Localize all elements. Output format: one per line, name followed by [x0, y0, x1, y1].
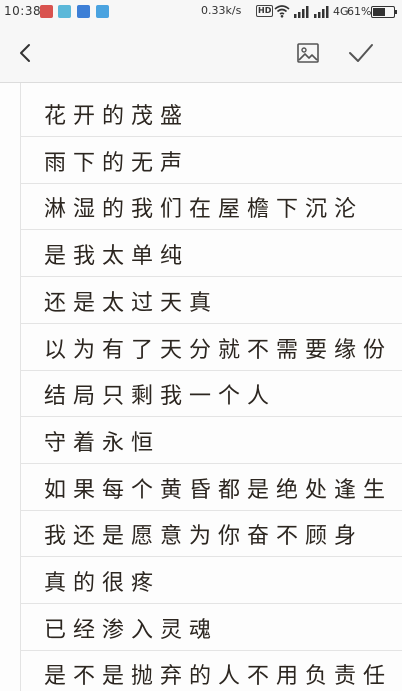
note-line[interactable]: 是不是抛弃的人不用负责任: [20, 650, 402, 691]
wifi-icon: [274, 5, 290, 18]
note-line[interactable]: 还是太过天真: [20, 277, 402, 324]
hd-icon: HD: [256, 5, 274, 17]
note-line-text: 真的很疼: [44, 571, 161, 596]
note-line-text: 我还是愿意为你奋不顾身: [44, 524, 364, 550]
note-line[interactable]: 如果每个黄昏都是绝处逢生: [20, 464, 402, 511]
back-chevron-icon[interactable]: [14, 41, 38, 65]
note-line-text: 结局只剩我一个人: [44, 384, 277, 410]
note-line-text: 是我太单纯: [44, 244, 190, 270]
note-line[interactable]: 是我太单纯: [20, 230, 402, 278]
notification-icon-4: [96, 5, 109, 18]
note-line[interactable]: 花开的茂盛: [20, 90, 402, 137]
note-line-text: 以为有了天分就不需要缘份: [44, 337, 393, 363]
signal-icon-1: [294, 6, 309, 18]
note-line-text: 还是太过天真: [44, 290, 219, 316]
note-line[interactable]: 淋湿的我们在屋檐下沉沦: [20, 183, 402, 231]
battery-fill: [373, 8, 386, 16]
note-line[interactable]: 真的很疼: [20, 557, 402, 604]
note-line-text: 如果每个黄昏都是绝处逢生: [44, 477, 393, 503]
note-line[interactable]: 守着永恒: [20, 417, 402, 464]
note-line-text: 是不是抛弃的人不用负责任: [44, 664, 393, 690]
notification-icon-1: [40, 5, 53, 18]
notification-icon-2: [58, 5, 71, 18]
signal-icon-2: [314, 6, 329, 18]
note-line[interactable]: 结局只剩我一个人: [20, 370, 402, 418]
note-line[interactable]: 已经渗入灵魂: [20, 604, 402, 651]
note-line[interactable]: 以为有了天分就不需要缘份: [20, 324, 402, 371]
note-line[interactable]: 雨下的无声: [20, 137, 402, 184]
note-line-text: 淋湿的我们在屋檐下沉沦: [44, 197, 364, 223]
note-editor[interactable]: 花开的茂盛雨下的无声淋湿的我们在屋檐下沉沦 是我太单纯还是太过天真以为有了天分就不…: [0, 83, 402, 691]
battery-percent: 61%: [347, 5, 372, 18]
note-line-text: 花开的茂盛: [44, 104, 190, 129]
note-line-text: 守着永恒: [44, 430, 161, 456]
notification-icon-3: [77, 5, 90, 18]
network-speed: 0.33k/s: [201, 4, 242, 17]
checkmark-icon[interactable]: [347, 40, 375, 66]
insert-image-icon[interactable]: [295, 40, 321, 66]
editor-toolbar: [0, 24, 402, 83]
note-line-text: 已经渗入灵魂: [44, 617, 219, 643]
status-time: 10:38: [4, 4, 42, 18]
note-line[interactable]: 我还是愿意为你奋不顾身: [20, 510, 402, 558]
battery-icon: [371, 6, 397, 18]
status-bar: 10:38 0.33k/s HD 4G 61%: [0, 0, 402, 24]
note-line-text: 雨下的无声: [44, 150, 190, 176]
